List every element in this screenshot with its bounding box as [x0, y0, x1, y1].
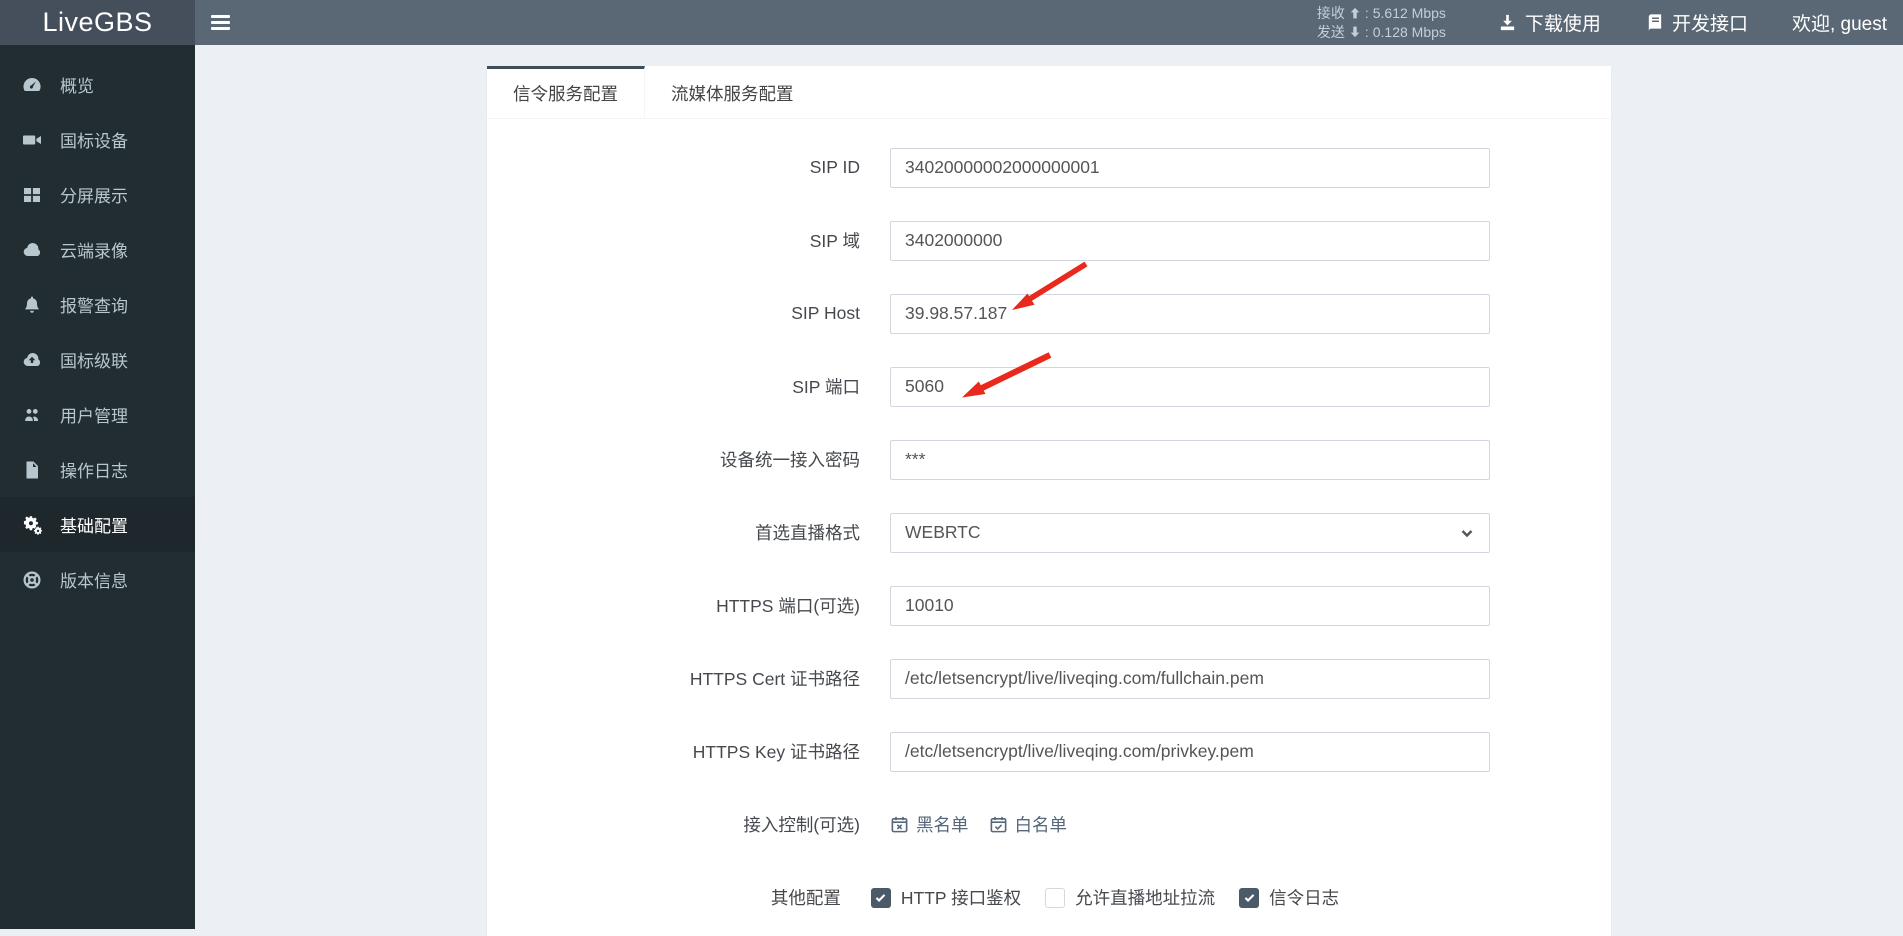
send-label: 发送	[1316, 23, 1345, 40]
sip-port-input[interactable]	[890, 366, 1490, 407]
blacklist-link[interactable]: 黑名单	[890, 812, 969, 837]
bell-icon	[22, 295, 48, 315]
form-row: SIP 域	[487, 204, 1611, 277]
grid-icon	[22, 185, 48, 205]
field-label: SIP 域	[809, 231, 860, 251]
https-cert-path-input[interactable]	[890, 658, 1490, 699]
sidebar-item-label: 报警查询	[60, 297, 128, 316]
checkbox-checked-icon	[1239, 887, 1260, 908]
sip-domain-input[interactable]	[890, 220, 1490, 261]
form-row: SIP ID	[487, 131, 1611, 204]
sidebar-item-label: 操作日志	[60, 462, 128, 481]
form-row: HTTPS Key 证书路径	[487, 715, 1611, 788]
sidebar-item-label: 版本信息	[60, 572, 128, 591]
allow-live-pull-checkbox[interactable]: 允许直播地址拉流	[1045, 885, 1215, 910]
field-label: 接入控制(可选)	[743, 815, 860, 835]
form-row: HTTPS Cert 证书路径	[487, 642, 1611, 715]
users-icon	[22, 405, 48, 425]
welcome-user[interactable]: 欢迎, guest	[1770, 0, 1903, 45]
checkbox-unchecked-icon	[1045, 887, 1066, 908]
sidebar-item-gb-devices[interactable]: 国标设备	[0, 112, 195, 167]
sidebar-item-alarm-query[interactable]: 报警查询	[0, 277, 195, 332]
field-label: SIP Host	[791, 303, 860, 323]
send-value: 0.128 Mbps	[1372, 23, 1446, 40]
sidebar-item-cloud-record[interactable]: 云端录像	[0, 222, 195, 277]
field-label: 其他配置	[770, 888, 841, 908]
field-label: 设备统一接入密码	[720, 450, 860, 470]
video-camera-icon	[22, 130, 48, 150]
form-row: HTTPS 端口(可选)	[487, 569, 1611, 642]
recv-label: 接收	[1316, 4, 1345, 21]
top-bar: LiveGBS 接收 : 5.612 Mbps 发送 : 0.128 Mbps	[0, 0, 1903, 45]
config-card: 信令服务配置 流媒体服务配置 SIP ID SIP 域 SIP Host SIP…	[487, 66, 1611, 936]
cogs-icon	[22, 515, 48, 535]
cloud-upload-icon	[22, 350, 48, 370]
whitelist-link[interactable]: 白名单	[989, 812, 1067, 837]
tab-media-service-config[interactable]: 流媒体服务配置	[645, 66, 820, 118]
https-key-path-input[interactable]	[890, 731, 1490, 772]
signal-config-form: SIP ID SIP 域 SIP Host SIP 端口 设备统一接入密码 首选…	[487, 119, 1611, 934]
config-tabs: 信令服务配置 流媒体服务配置	[487, 66, 1611, 119]
field-label: SIP ID	[809, 157, 860, 177]
sidebar-item-label: 云端录像	[60, 242, 128, 261]
sidebar-item-overview[interactable]: 概览	[0, 57, 195, 112]
form-row: 设备统一接入密码	[487, 423, 1611, 496]
book-icon	[1648, 14, 1662, 32]
app-logo[interactable]: LiveGBS	[0, 0, 195, 45]
signal-log-checkbox[interactable]: 信令日志	[1239, 885, 1339, 910]
device-access-password-input[interactable]	[890, 439, 1490, 480]
https-port-input[interactable]	[890, 585, 1490, 626]
chevron-down-icon	[1459, 525, 1475, 541]
sidebar-item-gb-cascade[interactable]: 国标级联	[0, 332, 195, 387]
life-ring-icon	[22, 570, 48, 590]
hamburger-icon	[210, 15, 230, 18]
preferred-live-format-select[interactable]: WEBRTC	[890, 512, 1490, 553]
sip-host-input[interactable]	[890, 293, 1490, 334]
sidebar-toggle-button[interactable]	[195, 0, 245, 45]
field-label: HTTPS Cert 证书路径	[689, 669, 860, 689]
arrow-up-icon	[1350, 7, 1360, 19]
download-icon	[1500, 14, 1515, 31]
sidebar-item-label: 用户管理	[60, 407, 128, 426]
form-row: SIP Host	[487, 277, 1611, 350]
dev-api-link[interactable]: 开发接口	[1623, 0, 1770, 45]
dashboard-icon	[22, 75, 48, 95]
sidebar-item-version-info[interactable]: 版本信息	[0, 552, 195, 607]
sidebar-item-user-management[interactable]: 用户管理	[0, 387, 195, 442]
sidebar-item-label: 国标级联	[60, 352, 128, 371]
sidebar-item-label: 分屏展示	[60, 187, 128, 206]
field-label: 首选直播格式	[755, 523, 860, 543]
field-label: HTTPS Key 证书路径	[692, 742, 860, 762]
arrow-down-icon	[1350, 26, 1360, 38]
field-label: SIP 端口	[792, 377, 860, 397]
form-row: 首选直播格式 WEBRTC	[487, 496, 1611, 569]
field-label: HTTPS 端口(可选)	[716, 596, 860, 616]
sidebar-item-operation-log[interactable]: 操作日志	[0, 442, 195, 497]
sidebar-item-label: 基础配置	[60, 517, 128, 536]
main-content: 信令服务配置 流媒体服务配置 SIP ID SIP 域 SIP Host SIP…	[195, 45, 1903, 936]
recv-value: 5.612 Mbps	[1372, 4, 1446, 21]
network-stats: 接收 : 5.612 Mbps 发送 : 0.128 Mbps	[1316, 4, 1446, 40]
tab-signal-service-config[interactable]: 信令服务配置	[487, 66, 645, 118]
sidebar: 概览 国标设备 分屏展示 云端录像 报警查询 国标级联 用户管理 操作日志 基础…	[0, 45, 195, 929]
calendar-times-icon	[891, 816, 908, 833]
sidebar-item-label: 国标设备	[60, 132, 128, 151]
checkbox-checked-icon	[870, 887, 891, 908]
http-api-auth-checkbox[interactable]: HTTP 接口鉴权	[870, 885, 1021, 910]
sidebar-item-split-screen[interactable]: 分屏展示	[0, 167, 195, 222]
calendar-check-icon	[990, 816, 1006, 833]
sip-id-input[interactable]	[890, 147, 1490, 188]
cloud-icon	[22, 240, 48, 260]
navbar: 接收 : 5.612 Mbps 发送 : 0.128 Mbps 下载使用 开发接…	[195, 0, 1903, 45]
form-row: 接入控制(可选) 黑名单 白名单	[487, 788, 1611, 861]
form-row: SIP 端口	[487, 350, 1611, 423]
form-row: 其他配置 HTTP 接口鉴权 允许直播地址拉流 信令日志	[487, 861, 1611, 934]
file-icon	[22, 460, 48, 480]
sidebar-item-label: 概览	[60, 77, 94, 96]
download-link[interactable]: 下载使用	[1476, 0, 1623, 45]
sidebar-item-basic-config[interactable]: 基础配置	[0, 497, 195, 552]
